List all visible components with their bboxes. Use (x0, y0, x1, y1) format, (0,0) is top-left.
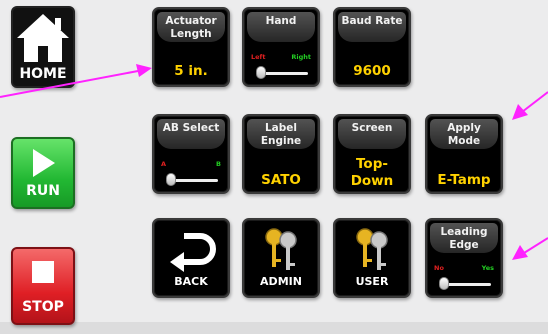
hand-button[interactable]: Hand Left Right (242, 7, 320, 87)
admin-button[interactable]: ADMIN (242, 218, 320, 298)
hand-title: Hand (265, 15, 297, 27)
title-line: Leading (440, 226, 488, 238)
label-engine-value: SATO (261, 172, 301, 188)
apply-mode-value: E-Tamp (437, 172, 491, 188)
ab-select-slider-knob[interactable] (166, 173, 176, 186)
leading-edge-slider-track (443, 283, 491, 286)
leading-edge-right-label: Yes (481, 264, 494, 272)
screen-value: Top- Down (335, 156, 409, 190)
apply-mode-title: Apply Mode (427, 122, 501, 148)
admin-label: ADMIN (260, 275, 302, 288)
ab-select-title: AB Select (162, 122, 220, 134)
actuator-length-title: Actuator Length (154, 15, 228, 41)
stop-label: STOP (22, 299, 64, 315)
apply-mode-button[interactable]: Apply Mode E-Tamp (425, 114, 503, 194)
hand-slider-knob[interactable] (256, 66, 266, 79)
screen-button[interactable]: Screen Top- Down (333, 114, 411, 194)
stop-square-icon (32, 261, 54, 283)
stop-button[interactable]: STOP (11, 247, 75, 325)
title-line: Apply (447, 122, 481, 134)
leading-edge-slider-knob[interactable] (439, 277, 449, 290)
value-line: Top- (356, 156, 388, 172)
title-line: Length (170, 28, 212, 40)
label-engine-button[interactable]: Label Engine SATO (242, 114, 320, 194)
run-button[interactable]: RUN (11, 137, 75, 209)
ab-select-button[interactable]: AB Select A B (152, 114, 230, 194)
back-arrow-icon (170, 233, 216, 272)
hand-right-label: Right (291, 53, 311, 61)
baud-rate-button[interactable]: Baud Rate 9600 (333, 7, 411, 87)
user-button[interactable]: USER (333, 218, 411, 298)
title-line: Actuator (165, 15, 217, 27)
home-icon (17, 14, 69, 62)
keys-icon (356, 228, 388, 270)
leading-edge-button[interactable]: Leading Edge No Yes (425, 218, 503, 298)
home-button[interactable]: HOME (11, 6, 75, 88)
play-icon (33, 149, 55, 177)
ab-select-slider-track (170, 179, 218, 182)
title-line: Mode (447, 135, 481, 147)
hand-left-label: Left (251, 53, 266, 61)
title-line: Edge (449, 239, 479, 251)
ab-select-left-label: A (161, 160, 167, 168)
ab-select-right-label: B (216, 160, 221, 168)
leading-edge-title: Leading Edge (427, 226, 501, 252)
baud-rate-value: 9600 (353, 63, 391, 79)
keys-icon (265, 228, 297, 270)
value-line: Down (350, 173, 394, 189)
back-label: BACK (174, 275, 208, 288)
hand-slider-track (260, 72, 308, 75)
actuator-length-value: 5 in. (174, 63, 208, 79)
leading-edge-left-label: No (434, 264, 444, 272)
title-line: Label (264, 122, 297, 134)
actuator-length-button[interactable]: Actuator Length 5 in. (152, 7, 230, 87)
screen-title: Screen (351, 122, 393, 134)
baud-rate-title: Baud Rate (341, 15, 403, 27)
user-label: USER (355, 275, 389, 288)
label-engine-title: Label Engine (244, 122, 318, 148)
back-button[interactable]: BACK (152, 218, 230, 298)
run-label: RUN (26, 183, 60, 199)
title-line: Engine (260, 135, 302, 147)
home-label: HOME (19, 66, 67, 82)
bottom-bar (0, 322, 548, 334)
